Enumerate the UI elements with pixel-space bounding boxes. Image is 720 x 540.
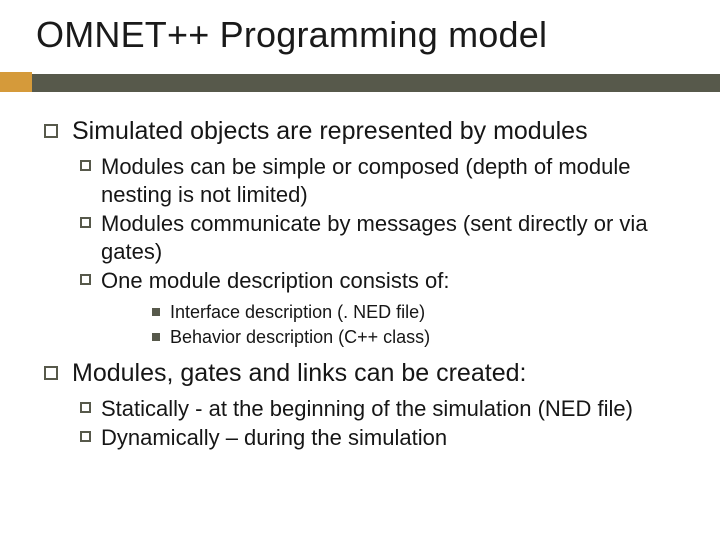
- bullet-text: Statically - at the beginning of the sim…: [101, 395, 633, 423]
- square-outline-icon: [80, 274, 91, 285]
- square-solid-icon: [152, 333, 160, 341]
- bullet-level2: Modules can be simple or composed (depth…: [80, 153, 688, 208]
- square-outline-icon: [80, 160, 91, 171]
- bullet-text: Behavior description (C++ class): [170, 326, 430, 349]
- bullet-text: Modules, gates and links can be created:: [72, 358, 526, 389]
- bullet-text: Dynamically – during the simulation: [101, 424, 447, 452]
- square-outline-icon: [44, 124, 58, 138]
- slide-title: OMNET++ Programming model: [0, 14, 720, 66]
- bullet-text: One module description consists of:: [101, 267, 450, 295]
- bullet-level2: Dynamically – during the simulation: [80, 424, 688, 452]
- bullet-text: Modules can be simple or composed (depth…: [101, 153, 688, 208]
- bullet-level3: Behavior description (C++ class): [152, 326, 688, 349]
- square-outline-icon: [80, 217, 91, 228]
- divider-bar: [0, 74, 720, 92]
- bullet-level1: Simulated objects are represented by mod…: [44, 116, 688, 147]
- bullet-level2: Statically - at the beginning of the sim…: [80, 395, 688, 423]
- accent-tab: [0, 72, 32, 92]
- sublist: Statically - at the beginning of the sim…: [80, 395, 688, 452]
- bullet-level3: Interface description (. NED file): [152, 301, 688, 324]
- square-outline-icon: [80, 431, 91, 442]
- square-outline-icon: [80, 402, 91, 413]
- subsublist: Interface description (. NED file) Behav…: [152, 301, 688, 350]
- bullet-level1: Modules, gates and links can be created:: [44, 358, 688, 389]
- slide: OMNET++ Programming model Simulated obje…: [0, 0, 720, 540]
- bullet-text: Modules communicate by messages (sent di…: [101, 210, 688, 265]
- bullet-text: Interface description (. NED file): [170, 301, 425, 324]
- content-area: Simulated objects are represented by mod…: [44, 116, 688, 456]
- bullet-level2: Modules communicate by messages (sent di…: [80, 210, 688, 265]
- sublist: Modules can be simple or composed (depth…: [80, 153, 688, 349]
- square-outline-icon: [44, 366, 58, 380]
- square-solid-icon: [152, 308, 160, 316]
- bullet-level2: One module description consists of:: [80, 267, 688, 295]
- bullet-text: Simulated objects are represented by mod…: [72, 116, 588, 147]
